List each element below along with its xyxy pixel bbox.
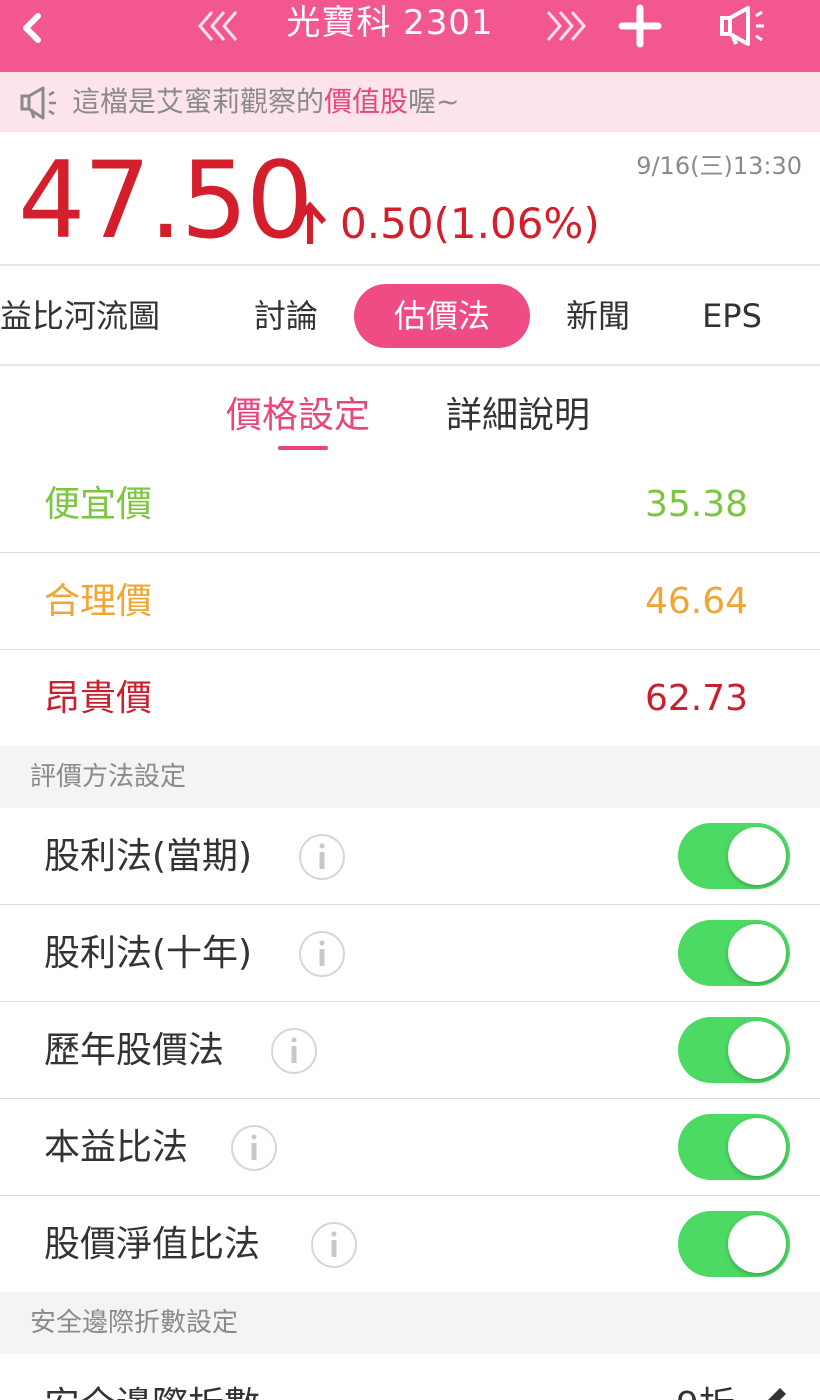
info-icon[interactable] — [310, 1221, 358, 1269]
expensive-price-label: 昂貴價 — [44, 678, 153, 719]
back-icon[interactable] — [12, 8, 52, 48]
announcement-banner: 這檔是艾蜜莉觀察的價值股喔~ — [0, 72, 820, 132]
tab-discussion[interactable]: 討論 — [238, 284, 334, 348]
add-icon[interactable] — [618, 4, 662, 48]
banner-highlight: 價值股 — [324, 85, 409, 118]
method-toggle[interactable] — [678, 1017, 790, 1083]
method-row-pb-ratio: 股價淨值比法 — [0, 1196, 820, 1293]
method-row-dividend-ten-year: 股利法(十年) — [0, 905, 820, 1002]
info-icon[interactable] — [298, 833, 346, 881]
tab-eps[interactable]: EPS — [682, 284, 782, 348]
pencil-icon[interactable] — [756, 1384, 790, 1400]
method-row-historical-price: 歷年股價法 — [0, 1002, 820, 1099]
margin-value: 9折 — [676, 1376, 735, 1400]
tab-bar: 益比河流圖 討論 估價法 新聞 EPS — [0, 266, 820, 366]
banner-text-after: 喔~ — [408, 85, 460, 118]
method-row-dividend-current: 股利法(當期) — [0, 808, 820, 905]
arrow-up-icon — [293, 201, 327, 244]
method-row-pe-ratio: 本益比法 — [0, 1099, 820, 1196]
method-toggle[interactable] — [678, 1114, 790, 1180]
toggle-knob — [728, 827, 786, 885]
fair-price-value: 46.64 — [644, 581, 748, 622]
info-icon[interactable] — [230, 1124, 278, 1172]
toggle-knob — [728, 1021, 786, 1079]
methods-section-header: 評價方法設定 — [0, 746, 820, 808]
sub-tab-bar: 價格設定 詳細說明 — [0, 366, 820, 456]
method-toggle[interactable] — [678, 920, 790, 986]
expensive-price-value: 62.73 — [644, 678, 748, 719]
margin-setting-row[interactable]: 安全邊際折數 9折 — [0, 1354, 820, 1400]
subtab-price-settings[interactable]: 價格設定 — [226, 392, 370, 440]
speaker-icon — [20, 86, 56, 120]
toggle-knob — [728, 924, 786, 982]
method-label: 股利法(當期) — [44, 836, 253, 877]
stock-title: 光寶科 2301 — [286, 3, 494, 43]
quote-datetime: 9/16(三)13:30 — [636, 152, 802, 180]
method-toggle[interactable] — [678, 1211, 790, 1277]
method-label: 股利法(十年) — [44, 933, 253, 974]
price-row-expensive: 昂貴價 62.73 — [0, 650, 820, 747]
toggle-knob — [728, 1118, 786, 1176]
method-label: 股價淨值比法 — [44, 1224, 261, 1265]
top-navigation-bar: 光寶科 2301 — [0, 0, 820, 72]
price-row-fair: 合理價 46.64 — [0, 553, 820, 650]
margin-section-header: 安全邊際折數設定 — [0, 1292, 820, 1354]
previous-stock-icon[interactable] — [196, 8, 244, 44]
toggle-knob — [728, 1215, 786, 1273]
method-label: 本益比法 — [44, 1127, 189, 1168]
margin-label: 安全邊際折數 — [44, 1376, 260, 1400]
fair-price-label: 合理價 — [44, 581, 153, 622]
next-stock-icon[interactable] — [540, 8, 588, 44]
active-subtab-indicator — [278, 446, 328, 450]
tab-valuation[interactable]: 估價法 — [354, 284, 530, 348]
method-label: 歷年股價法 — [44, 1030, 225, 1071]
speaker-icon[interactable] — [718, 4, 770, 48]
info-icon[interactable] — [270, 1027, 318, 1075]
banner-text-before: 這檔是艾蜜莉觀察的 — [72, 85, 325, 118]
current-price: 47.50 — [18, 139, 313, 262]
margin-section-title: 安全邊際折數設定 — [30, 1308, 239, 1338]
tab-news[interactable]: 新聞 — [552, 284, 644, 348]
methods-section-title: 評價方法設定 — [30, 762, 187, 792]
info-icon[interactable] — [298, 930, 346, 978]
quote-panel: 47.50 0.50(1.06%) 9/16(三)13:30 — [0, 132, 820, 266]
price-row-cheap: 便宜價 35.38 — [0, 456, 820, 553]
price-change: 0.50(1.06%) — [340, 199, 600, 248]
cheap-price-value: 35.38 — [644, 484, 748, 525]
cheap-price-label: 便宜價 — [44, 484, 153, 525]
tab-pe-river[interactable]: 益比河流圖 — [0, 284, 170, 348]
method-toggle[interactable] — [678, 823, 790, 889]
subtab-details[interactable]: 詳細說明 — [446, 392, 590, 440]
banner-text: 這檔是艾蜜莉觀察的價值股喔~ — [72, 72, 460, 132]
